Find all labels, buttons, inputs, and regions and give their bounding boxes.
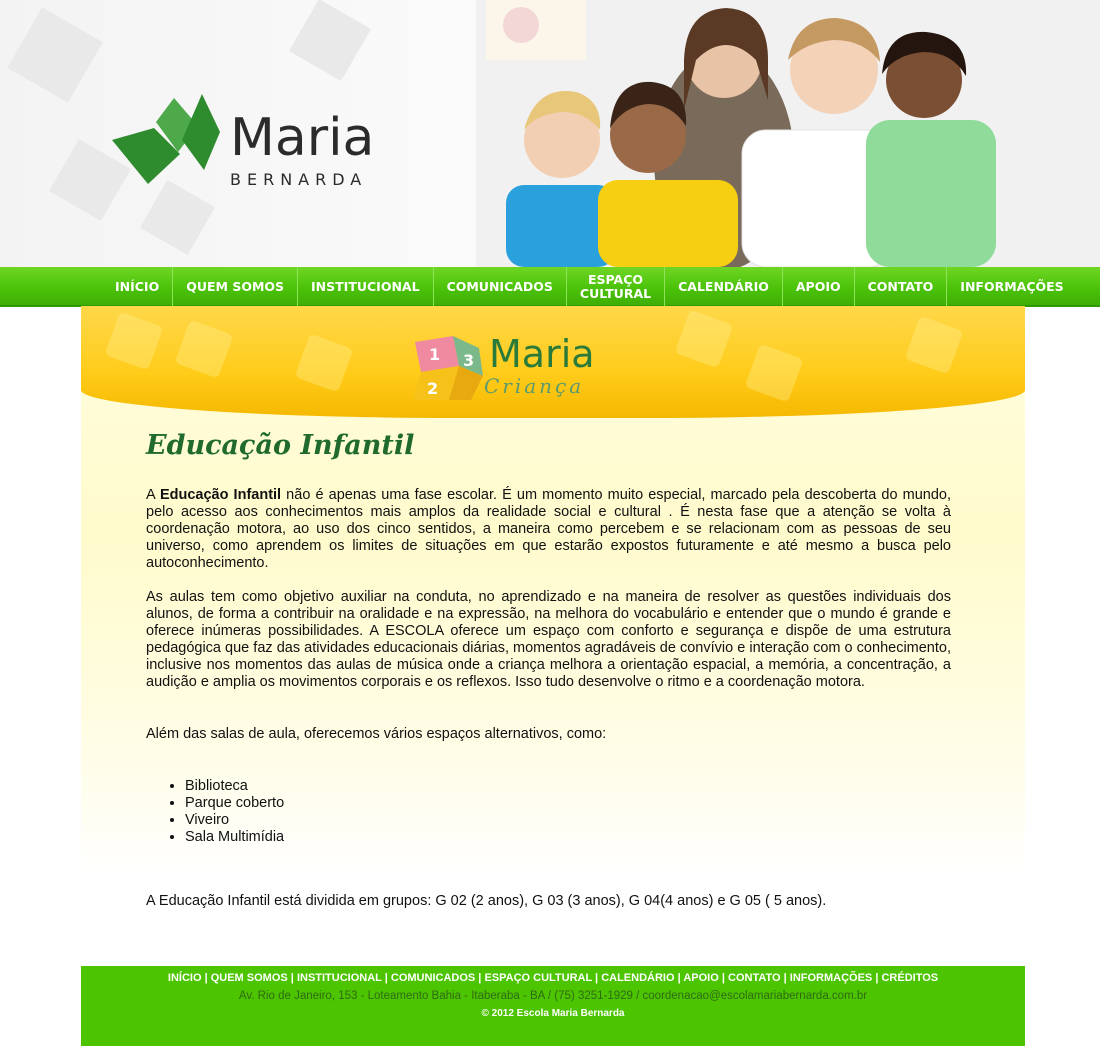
main-content: 1 3 2 Maria Criança Educação Infantil A … xyxy=(81,306,1025,876)
svg-text:3: 3 xyxy=(463,351,474,370)
footer-link-informacoes[interactable]: INFORMAÇÕES xyxy=(790,972,873,984)
groups-paragraph: A Educação Infantil está dividida em gru… xyxy=(146,893,827,909)
cube-pattern xyxy=(674,309,734,369)
svg-text:1: 1 xyxy=(429,345,440,364)
spaces-list: Biblioteca Parque coberto Viveiro Sala M… xyxy=(185,778,284,846)
page-title: Educação Infantil xyxy=(146,430,415,461)
list-item: Biblioteca xyxy=(185,778,284,795)
section-banner: 1 3 2 Maria Criança xyxy=(81,306,1025,418)
nav-item-inicio[interactable]: INÍCIO xyxy=(102,267,174,307)
footer-separator: | xyxy=(381,972,391,984)
spaces-intro: Além das salas de aula, oferecemos vário… xyxy=(146,726,607,742)
hex-pattern xyxy=(289,0,371,81)
cube-pattern xyxy=(904,315,964,375)
site-header: Maria BERNARDA xyxy=(0,0,1100,267)
logo-subtitle: BERNARDA xyxy=(230,170,368,189)
footer-separator: | xyxy=(287,972,297,984)
footer-link-calendario[interactable]: CALENDÁRIO xyxy=(601,972,674,984)
footer-separator: | xyxy=(718,972,728,984)
site-footer: INÍCIO | QUEM SOMOS | INSTITUCIONAL | CO… xyxy=(81,966,1025,1046)
footer-link-quem-somos[interactable]: QUEM SOMOS xyxy=(211,972,288,984)
intro-bold: Educação Infantil xyxy=(159,487,282,503)
nav-item-calendario[interactable]: CALENDÁRIO xyxy=(665,267,783,307)
cube-pattern xyxy=(174,319,234,379)
nav-item-informacoes[interactable]: INFORMAÇÕES xyxy=(947,267,1076,307)
nav-item-comunicados[interactable]: COMUNICADOS xyxy=(434,267,567,307)
hex-pattern xyxy=(7,7,103,103)
intro-lead: A xyxy=(146,487,160,503)
footer-link-contato[interactable]: CONTATO xyxy=(728,972,781,984)
children-photo-illustration xyxy=(476,0,1100,267)
svg-text:2: 2 xyxy=(427,379,438,398)
footer-link-comunicados[interactable]: COMUNICADOS xyxy=(391,972,475,984)
cube-pattern xyxy=(294,333,354,393)
footer-separator: | xyxy=(780,972,790,984)
brand-title: Maria xyxy=(489,332,595,376)
nav-item-espaco-cultural[interactable]: ESPAÇO CULTURAL xyxy=(567,267,666,307)
site-logo[interactable]: Maria BERNARDA xyxy=(112,90,402,200)
footer-copyright: © 2012 Escola Maria Bernarda xyxy=(481,1008,625,1019)
nav-item-contato[interactable]: CONTATO xyxy=(855,267,948,307)
nav-item-quem-somos[interactable]: QUEM SOMOS xyxy=(173,267,299,307)
footer-address: Av. Rio de Janeiro, 153 - Loteamento Bah… xyxy=(238,990,868,1002)
footer-link-institucional[interactable]: INSTITUCIONAL xyxy=(297,972,382,984)
footer-links: INÍCIO | QUEM SOMOS | INSTITUCIONAL | CO… xyxy=(81,972,1025,984)
footer-link-inicio[interactable]: INÍCIO xyxy=(168,972,202,984)
list-item: Viveiro xyxy=(185,812,284,829)
footer-link-espaco-cultural[interactable]: ESPAÇO CULTURAL xyxy=(484,972,592,984)
maria-crianca-logo[interactable]: 1 3 2 Maria Criança xyxy=(409,328,639,408)
classes-paragraph: As aulas tem como objetivo auxiliar na c… xyxy=(146,589,951,690)
logo-title: Maria xyxy=(230,108,375,168)
footer-separator: | xyxy=(201,972,211,984)
list-item: Parque coberto xyxy=(185,795,284,812)
cube-pattern xyxy=(744,343,804,403)
main-nav: INÍCIO QUEM SOMOS INSTITUCIONAL COMUNICA… xyxy=(0,267,1100,307)
list-item: Sala Multimídia xyxy=(185,829,284,846)
footer-link-creditos[interactable]: CRÉDITOS xyxy=(881,972,938,984)
logo-leaf-icon xyxy=(112,94,220,184)
footer-separator: | xyxy=(592,972,602,984)
nav-item-apoio[interactable]: APOIO xyxy=(783,267,855,307)
cube-pattern xyxy=(104,311,164,371)
nav-item-institucional[interactable]: INSTITUCIONAL xyxy=(298,267,434,307)
footer-link-apoio[interactable]: APOIO xyxy=(683,972,718,984)
intro-paragraph: A Educação Infantil não é apenas uma fas… xyxy=(146,487,951,572)
header-photo xyxy=(476,0,1100,267)
number-cubes-icon: 1 3 2 xyxy=(413,336,483,400)
brand-subtitle: Criança xyxy=(484,374,585,398)
